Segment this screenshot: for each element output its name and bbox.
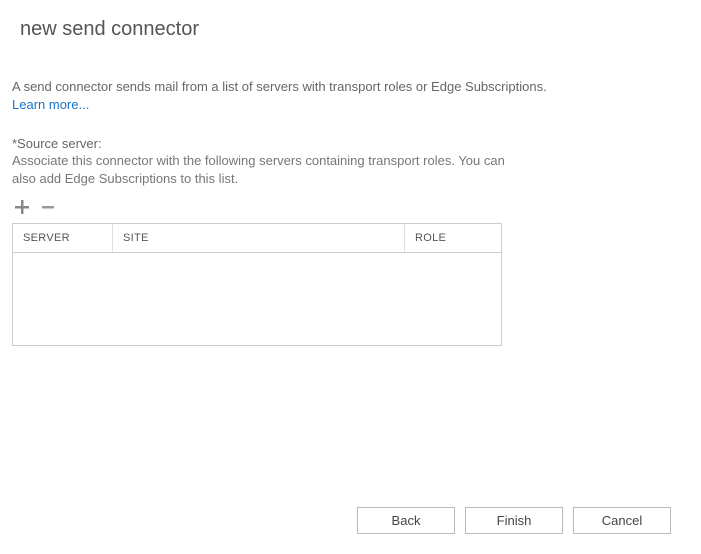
column-header-site[interactable]: SITE	[113, 224, 405, 252]
source-server-label: *Source server:	[12, 136, 689, 151]
cancel-button[interactable]: Cancel	[573, 507, 671, 534]
column-header-server[interactable]: SERVER	[13, 224, 113, 252]
source-server-description: Associate this connector with the follow…	[12, 152, 532, 187]
finish-button[interactable]: Finish	[465, 507, 563, 534]
grid-body[interactable]	[13, 253, 501, 345]
back-button[interactable]: Back	[357, 507, 455, 534]
grid-header: SERVER SITE ROLE	[13, 224, 501, 253]
plus-icon	[14, 199, 30, 215]
add-button[interactable]	[12, 197, 32, 217]
grid-toolbar	[12, 197, 689, 217]
column-header-role[interactable]: ROLE	[405, 224, 501, 252]
learn-more-link[interactable]: Learn more...	[12, 97, 89, 112]
page-title: new send connector	[20, 18, 689, 41]
source-server-grid: SERVER SITE ROLE	[12, 223, 502, 346]
wizard-button-row: Back Finish Cancel	[357, 507, 671, 534]
remove-button[interactable]	[38, 197, 58, 217]
minus-icon	[40, 199, 56, 215]
intro-description: A send connector sends mail from a list …	[12, 79, 689, 94]
